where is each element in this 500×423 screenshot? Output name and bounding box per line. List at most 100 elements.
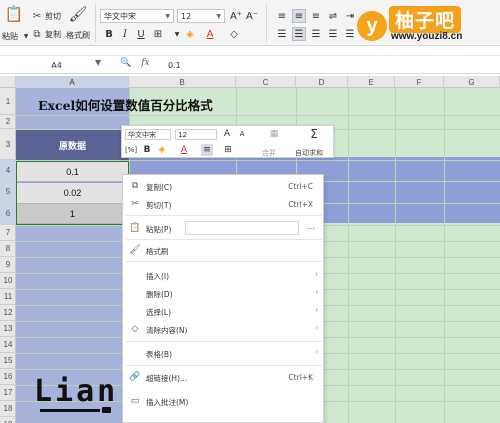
fill-color-button[interactable]: ◈	[183, 27, 197, 41]
row-header-7[interactable]: 7	[0, 225, 16, 241]
cut-button[interactable]: ✂ 剪切	[31, 10, 61, 22]
fx-label[interactable]: fx	[141, 58, 149, 68]
row-header-16[interactable]: 16	[0, 369, 16, 385]
grow-font-button[interactable]: A⁺	[229, 9, 243, 23]
align-right-button[interactable]: ☰	[309, 27, 323, 41]
menu-item-select[interactable]: 选择(L) ›	[123, 302, 323, 320]
menu-item-hyperlink[interactable]: 🔗 超链接(H)... Ctrl+K	[123, 368, 323, 386]
data-cell[interactable]: 0.1	[17, 162, 128, 182]
row-header-13[interactable]: 13	[0, 321, 16, 337]
zoom-icon[interactable]: 🔍	[120, 58, 131, 68]
align-middle-button[interactable]: ≡	[292, 9, 306, 23]
row-header-15[interactable]: 15	[0, 353, 16, 369]
bold-button[interactable]: B	[102, 27, 116, 41]
more-options-icon[interactable]: ...	[307, 222, 315, 231]
align-center-button[interactable]: ☰	[292, 27, 306, 41]
mini-font-color-button[interactable]: A	[178, 144, 190, 156]
menu-item-format-painter[interactable]: 🖌 格式刷	[123, 241, 323, 259]
row-header-4[interactable]: 4	[0, 160, 16, 181]
column-header-d[interactable]: D	[296, 76, 348, 88]
align-top-button[interactable]: ≡	[275, 9, 289, 23]
row-header-2[interactable]: 2	[0, 115, 16, 129]
menu-item-shortcut: Ctrl+X	[288, 200, 313, 209]
menu-item-label: 选择(L)	[146, 308, 172, 317]
more-button[interactable]: ▼	[170, 27, 184, 41]
row-header-14[interactable]: 14	[0, 337, 16, 353]
paste-button[interactable]: 粘贴 ▼	[2, 30, 32, 42]
mini-merge-label[interactable]: 合并	[262, 148, 276, 158]
menu-item-table[interactable]: 表格(B) ›	[123, 344, 323, 362]
menu-item-insert-comment[interactable]: ▭ 插入批注(M)	[123, 392, 323, 410]
scissors-icon: ✂	[131, 199, 139, 209]
column-header-e[interactable]: E	[348, 76, 395, 88]
fill-bucket-icon: ◈	[158, 145, 166, 155]
mini-shrink-font-button[interactable]: A	[236, 128, 248, 140]
column-header-a[interactable]: A	[16, 76, 129, 88]
row-header-9[interactable]: 9	[0, 257, 16, 273]
mini-fill-color-button[interactable]: ◈	[156, 144, 168, 156]
formula-input[interactable]: 0.1	[168, 58, 488, 72]
mini-border-button[interactable]: ⊞	[222, 144, 234, 156]
menu-item-label: 清除内容(N)	[146, 326, 188, 335]
paste-icon[interactable]: 📋	[5, 4, 24, 24]
clear-format-button[interactable]: ◇	[227, 27, 241, 41]
column-header-c[interactable]: C	[236, 76, 296, 88]
column-header-f[interactable]: F	[395, 76, 444, 88]
mini-grow-font-button[interactable]: A	[221, 128, 233, 140]
mini-format-cells-button[interactable]: [%]	[125, 144, 137, 156]
format-painter-button[interactable]: 格式刷	[66, 30, 90, 41]
mini-merge-icon[interactable]: ▦	[268, 128, 280, 140]
font-color-button[interactable]: A	[203, 27, 217, 41]
mini-autosum-label[interactable]: 自动求和	[295, 148, 323, 158]
menu-item-clear-contents[interactable]: ◇ 清除内容(N) ›	[123, 320, 323, 338]
row-header-6[interactable]: 6	[0, 203, 16, 225]
chevron-down-icon[interactable]: ▼	[95, 58, 101, 67]
menu-item-insert[interactable]: 插入(I) ›	[123, 266, 323, 284]
shrink-font-button[interactable]: A⁻	[245, 9, 259, 23]
paste-options-box[interactable]	[185, 221, 299, 235]
menu-item-cut[interactable]: ✂ 剪切(T) Ctrl+X	[123, 195, 323, 213]
row-header-18[interactable]: 18	[0, 401, 16, 417]
row-header-17[interactable]: 17	[0, 385, 16, 401]
wrap-button[interactable]: ⇌	[326, 9, 340, 23]
menu-item-paste[interactable]: 📋 粘贴(P) ...	[123, 219, 323, 237]
mini-font-name-value: 华文中宋	[128, 130, 156, 139]
row-header-12[interactable]: 12	[0, 305, 16, 321]
font-size-select[interactable]: 12 ▼	[177, 9, 225, 23]
title-cell[interactable]: Excel如何设置数值百分比格式	[38, 95, 213, 114]
mini-font-name-select[interactable]: 华文中宋	[125, 129, 171, 140]
menu-item-label: 插入(I)	[146, 272, 170, 281]
font-name-select[interactable]: 华文中宋 ▼	[100, 9, 174, 23]
data-cell[interactable]: 0.02	[17, 183, 128, 204]
header-cell[interactable]: 原数据	[16, 130, 129, 160]
grid-line	[395, 88, 396, 423]
menu-item-copy[interactable]: ⧉ 复制(C) Ctrl+C	[123, 177, 323, 195]
align-bottom-button[interactable]: ≡	[309, 9, 323, 23]
border-button[interactable]: ⊞	[151, 27, 165, 41]
copy-button[interactable]: ⧉ 复制	[31, 28, 61, 40]
row-header-8[interactable]: 8	[0, 241, 16, 257]
chevron-right-icon: ›	[315, 288, 318, 296]
sigma-icon[interactable]: Σ	[308, 127, 320, 141]
underline-button[interactable]: U	[134, 27, 148, 41]
row-header-3[interactable]: 3	[0, 129, 16, 160]
mini-bold-button[interactable]: B	[141, 144, 153, 156]
cut-label: 剪切	[45, 11, 61, 21]
mini-font-size-select[interactable]: 12	[175, 129, 217, 140]
brush-icon[interactable]: 🖌	[68, 4, 87, 24]
row-header-5[interactable]: 5	[0, 181, 16, 203]
menu-item-label: 复制(C)	[146, 183, 173, 192]
row-header-10[interactable]: 10	[0, 273, 16, 289]
row-header-19[interactable]: 19	[0, 417, 16, 423]
italic-button[interactable]: I	[118, 27, 132, 41]
mini-align-center-button[interactable]: ≡	[201, 144, 213, 156]
align-left-button[interactable]: ☰	[275, 27, 289, 41]
row-header-11[interactable]: 11	[0, 289, 16, 305]
menu-item-delete[interactable]: 删除(D) ›	[123, 284, 323, 302]
column-header-b[interactable]: B	[129, 76, 236, 88]
data-cell[interactable]: 1	[17, 204, 128, 224]
column-header-g[interactable]: G	[444, 76, 500, 88]
select-all-corner[interactable]	[0, 76, 16, 88]
row-header-1[interactable]: 1	[0, 88, 16, 115]
justify-button[interactable]: ☰	[326, 27, 340, 41]
